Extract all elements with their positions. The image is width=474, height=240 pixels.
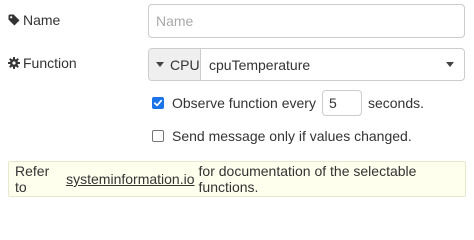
caret-down-icon bbox=[156, 62, 164, 67]
name-input[interactable] bbox=[148, 4, 465, 38]
function-selected-value: cpuTemperature bbox=[209, 56, 311, 73]
tip-prefix: Refer to bbox=[15, 163, 50, 195]
function-type-selector[interactable]: CPU bbox=[149, 49, 201, 80]
send-changed-label: Send message only if values changed. bbox=[172, 128, 412, 144]
name-label: Name bbox=[23, 12, 61, 28]
tag-icon bbox=[8, 14, 20, 26]
function-label-row: Function bbox=[8, 55, 77, 71]
function-select[interactable]: cpuTemperature bbox=[201, 49, 464, 80]
function-typed-input: CPU cpuTemperature bbox=[148, 48, 465, 81]
caret-down-icon bbox=[446, 62, 454, 67]
function-type-label: CPU bbox=[170, 56, 200, 73]
check-icon bbox=[153, 99, 163, 107]
interval-input[interactable] bbox=[321, 90, 362, 116]
tip-suffix: for documentation of the selectable func… bbox=[198, 163, 417, 195]
systeminformation-link[interactable]: systeminformation.io bbox=[66, 171, 194, 187]
observe-label: Observe function every bbox=[172, 95, 316, 111]
send-changed-row: Send message only if values changed. bbox=[152, 128, 412, 144]
name-label-row: Name bbox=[8, 12, 60, 28]
tip-box: Refer to systeminformation.io for docume… bbox=[8, 161, 466, 197]
send-changed-checkbox[interactable] bbox=[152, 130, 164, 142]
function-label: Function bbox=[23, 55, 77, 71]
seconds-label: seconds. bbox=[367, 95, 425, 111]
observe-checkbox[interactable] bbox=[152, 97, 164, 109]
gear-icon bbox=[8, 57, 20, 69]
observe-row: Observe function every seconds. bbox=[152, 90, 424, 116]
